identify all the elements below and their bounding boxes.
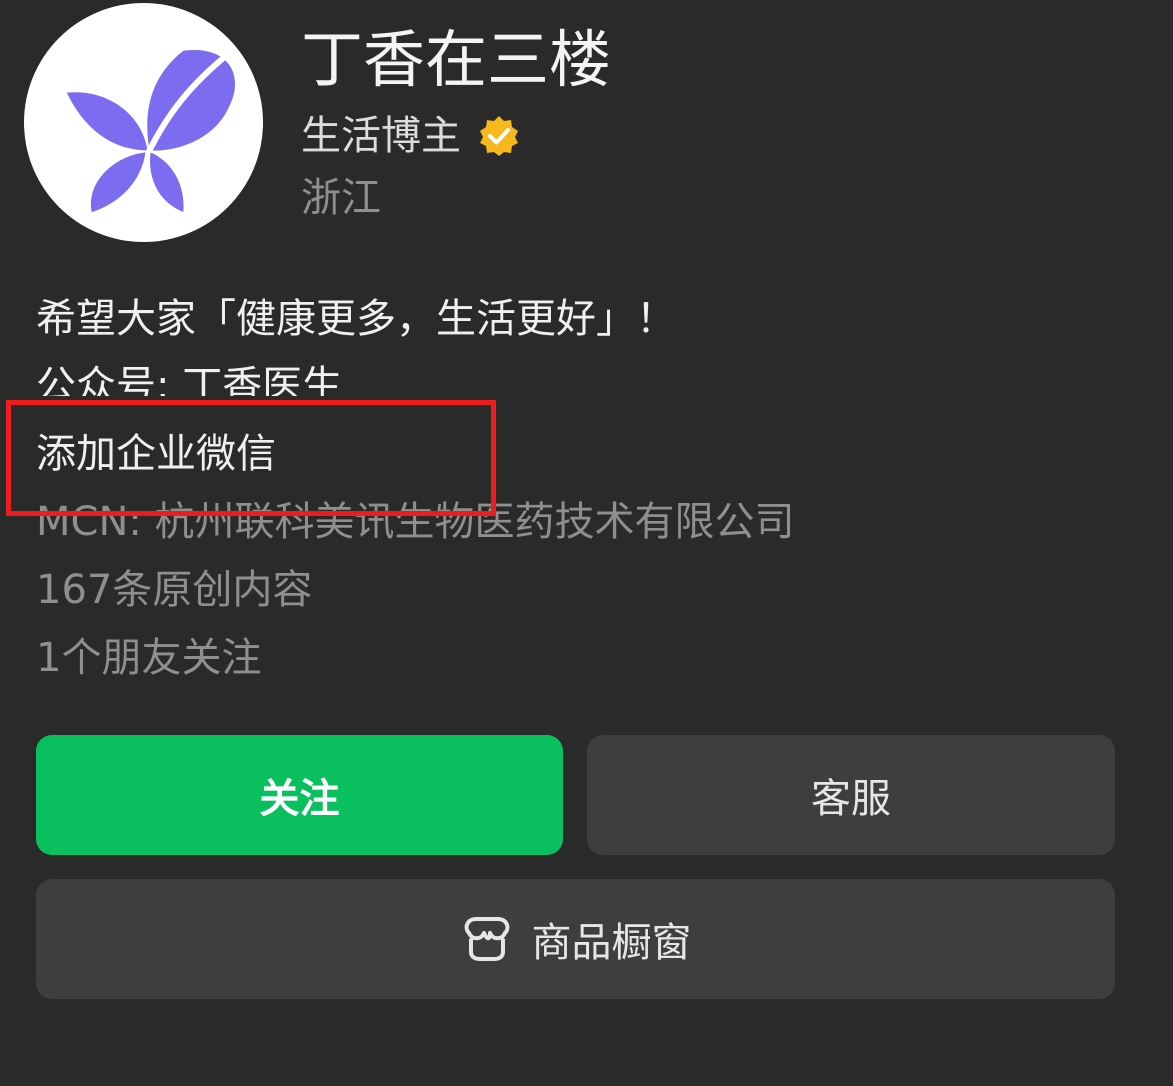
add-enterprise-wechat-link[interactable]: 添加企业微信 <box>36 424 276 484</box>
verified-badge-icon[interactable] <box>477 114 521 158</box>
slogan: 希望大家「健康更多，生活更好」！ <box>36 296 676 342</box>
butterfly-leaf-logo-icon <box>66 50 236 213</box>
product-showcase-button[interactable]: 商品橱窗 <box>36 879 1115 999</box>
product-showcase-label: 商品橱窗 <box>531 920 692 966</box>
follow-button[interactable]: 关注 <box>36 735 563 855</box>
original-content-count: 167条原创内容 <box>36 567 313 613</box>
follow-button-label: 关注 <box>259 776 340 822</box>
customer-service-button[interactable]: 客服 <box>587 735 1115 855</box>
official-account-link[interactable]: 公众号: 丁香医生 <box>36 356 342 396</box>
friends-following: 1个朋友关注 <box>36 635 262 681</box>
location: 浙江 <box>301 175 381 221</box>
customer-service-label: 客服 <box>811 776 891 822</box>
storefront-icon <box>464 917 509 961</box>
account-category: 生活博主 <box>301 113 461 159</box>
category-row: 生活博主 <box>301 108 521 164</box>
mcn-info: MCN: 杭州联科美讯生物医药技术有限公司 <box>36 499 795 545</box>
account-name: 丁香在三楼 <box>301 23 612 96</box>
avatar[interactable] <box>24 3 263 242</box>
